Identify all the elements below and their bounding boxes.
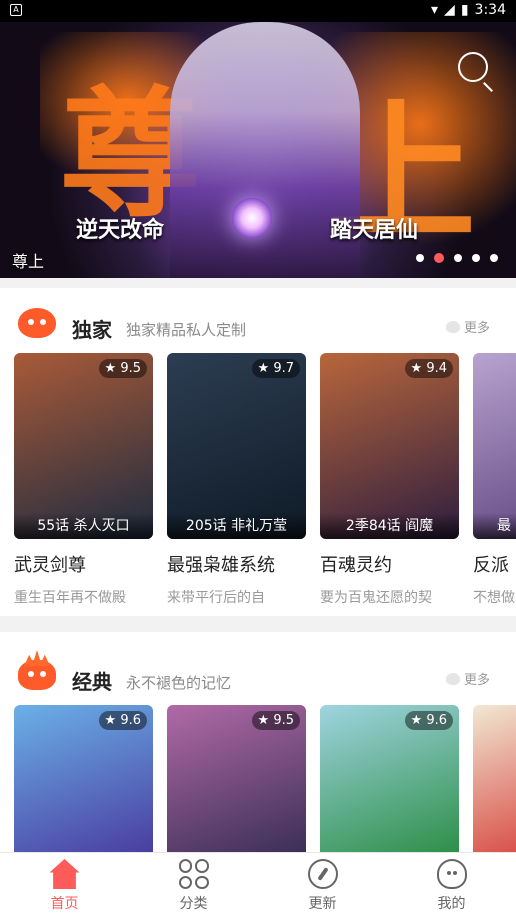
comic-desc: 重生百年再不做殿 <box>14 590 126 606</box>
nav-update[interactable]: 更新 <box>258 853 387 918</box>
comic-card[interactable]: ★ 9.5 <box>167 705 306 852</box>
rating-badge: ★ 9.6 <box>98 711 147 730</box>
page-dot[interactable] <box>472 254 480 262</box>
section-title: 独家 <box>72 318 112 342</box>
nav-label: 更新 <box>308 896 337 912</box>
comic-title[interactable]: 最强枭雄系统 <box>167 551 306 577</box>
page-dot-active[interactable] <box>434 253 444 263</box>
section-subtitle: 独家精品私人定制 <box>126 321 247 339</box>
category-icon <box>178 859 209 889</box>
chapter-label: 2季84话 阎魔 <box>320 513 459 539</box>
more-icon <box>445 672 460 685</box>
more-icon <box>445 320 460 333</box>
status-bar: A ▾ ◢ ▮ 3:34 <box>0 0 516 22</box>
nav-me[interactable]: 我的 <box>387 853 516 918</box>
comic-card[interactable]: 最 反派 不想做 <box>473 353 516 607</box>
nav-home[interactable]: 首页 <box>0 853 129 918</box>
comic-cover[interactable]: ★ 9.6 <box>14 705 153 852</box>
nav-label: 首页 <box>50 896 79 912</box>
comic-cover[interactable]: ★ 9.4 2季84话 阎魔 <box>320 353 459 539</box>
chapter-label: 205话 非礼万莹 <box>167 513 306 539</box>
page-dot[interactable] <box>454 254 462 262</box>
rating-badge: ★ 9.4 <box>404 359 453 378</box>
rating-badge: ★ 9.7 <box>251 359 300 378</box>
section-header: 独家 独家精品私人定制 更多 <box>0 288 516 350</box>
home-icon <box>49 859 80 889</box>
clock: 3:34 <box>474 2 506 18</box>
search-icon[interactable] <box>458 52 488 82</box>
nav-label: 我的 <box>437 896 466 912</box>
signal-icon: ◢ <box>444 2 455 18</box>
banner-phrase-right: 踏天居仙 <box>330 217 419 243</box>
banner-pagination <box>416 253 498 263</box>
profile-icon <box>436 859 467 889</box>
compass-icon <box>307 859 338 889</box>
section-title: 经典 <box>72 670 112 694</box>
page-dot[interactable] <box>490 254 498 262</box>
banner-caption: 尊上 <box>12 252 45 271</box>
comic-desc: 不想做 <box>473 590 515 606</box>
section-exclusive: 独家 独家精品私人定制 更多 ★ 9.5 55话 杀人灭口 武灵剑尊 重生百年再… <box>0 288 516 616</box>
more-label: 更多 <box>463 673 490 688</box>
rating-badge: ★ 9.5 <box>98 359 147 378</box>
section-subtitle: 永不褪色的记忆 <box>126 674 232 692</box>
bottom-nav: 首页 分类 更新 我的 <box>0 852 516 918</box>
comic-cover[interactable]: ★ 9.7 205话 非礼万莹 <box>167 353 306 539</box>
more-button[interactable]: 更多 <box>445 317 490 336</box>
comic-desc: 要为百鬼还愿的契 <box>320 590 432 606</box>
card-row: ★ 9.6 ★ 9.5 ★ 9.6 <box>14 705 516 852</box>
rating-badge: ★ 9.6 <box>404 711 453 730</box>
chapter-label: 最 <box>473 513 516 539</box>
comic-cover[interactable]: ★ 9.5 55话 杀人灭口 <box>14 353 153 539</box>
classic-mascot-icon <box>18 660 56 690</box>
banner-orb <box>232 198 272 238</box>
comic-cover[interactable]: ★ 9.5 <box>167 705 306 852</box>
comic-title[interactable]: 武灵剑尊 <box>14 551 153 577</box>
comic-cover[interactable] <box>473 705 516 852</box>
comic-card[interactable]: ★ 9.6 <box>320 705 459 852</box>
comic-card[interactable]: ★ 9.7 205话 非礼万莹 最强枭雄系统 来带平行后的自 <box>167 353 306 607</box>
status-right: ▾ ◢ ▮ 3:34 <box>431 2 506 18</box>
comic-cover[interactable]: ★ 9.6 <box>320 705 459 852</box>
comic-card[interactable]: ★ 9.5 55话 杀人灭口 武灵剑尊 重生百年再不做殿 <box>14 353 153 607</box>
section-header: 经典 永不褪色的记忆 更多 <box>0 632 516 694</box>
chapter-label: 55话 杀人灭口 <box>14 513 153 539</box>
more-label: 更多 <box>463 321 490 336</box>
nav-category[interactable]: 分类 <box>129 853 258 918</box>
banner-phrase-left: 逆天改命 <box>76 217 165 243</box>
comic-title[interactable]: 反派 <box>473 551 516 577</box>
comic-cover[interactable]: 最 <box>473 353 516 539</box>
exclusive-mascot-icon <box>18 308 56 338</box>
section-classic: 经典 永不褪色的记忆 更多 ★ 9.6 ★ 9.5 ★ 9.6 <box>0 632 516 852</box>
card-row: ★ 9.5 55话 杀人灭口 武灵剑尊 重生百年再不做殿 ★ 9.7 205话 … <box>14 353 516 607</box>
comic-card[interactable]: ★ 9.6 <box>14 705 153 852</box>
battery-icon: ▮ <box>460 2 469 18</box>
hero-banner[interactable]: 尊 上 逆天改命 踏天居仙 尊上 <box>0 22 516 278</box>
more-button[interactable]: 更多 <box>445 669 490 688</box>
rating-badge: ★ 9.5 <box>251 711 300 730</box>
nav-label: 分类 <box>179 896 208 912</box>
page-dot[interactable] <box>416 254 424 262</box>
sim-icon: A <box>10 4 22 16</box>
comic-card[interactable] <box>473 705 516 852</box>
comic-desc: 来带平行后的自 <box>167 590 265 606</box>
comic-title[interactable]: 百魂灵约 <box>320 551 459 577</box>
wifi-icon: ▾ <box>431 2 439 18</box>
comic-card[interactable]: ★ 9.4 2季84话 阎魔 百魂灵约 要为百鬼还愿的契 <box>320 353 459 607</box>
